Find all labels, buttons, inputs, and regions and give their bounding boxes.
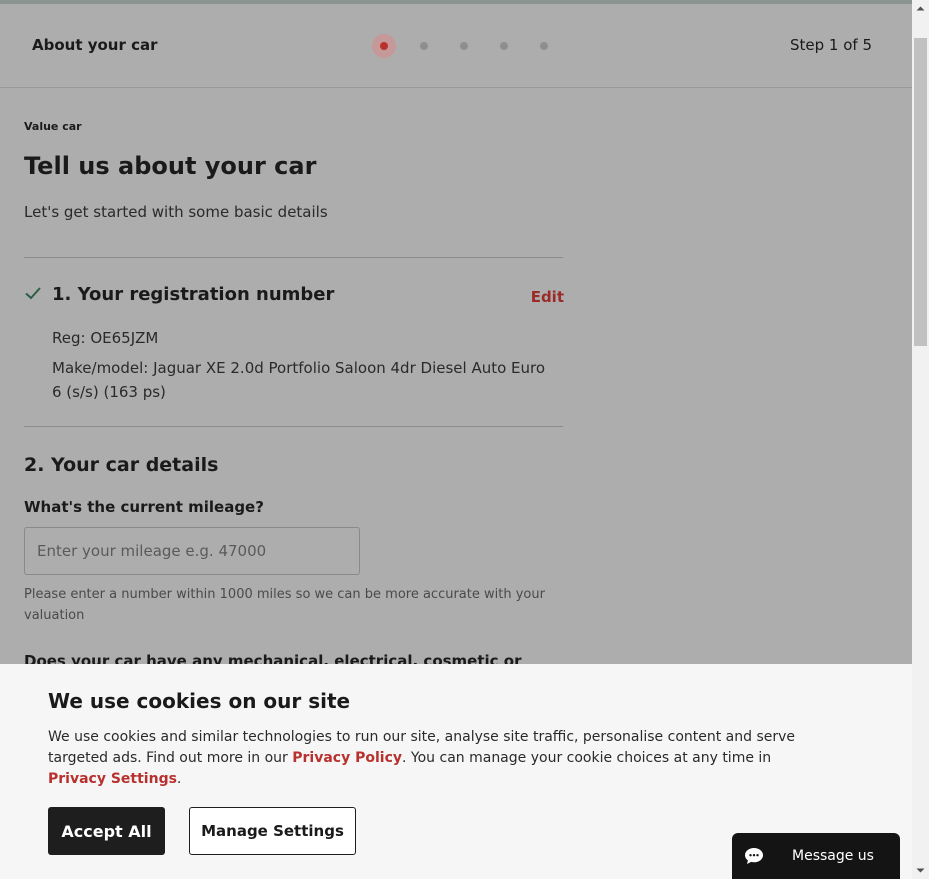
vertical-scrollbar[interactable] (912, 0, 929, 879)
message-us-button[interactable]: Message us (732, 833, 900, 879)
divider (24, 426, 563, 427)
page-title: Tell us about your car (24, 152, 317, 180)
chat-bubble-icon (745, 848, 763, 864)
registration-value: Reg: OE65JZM (52, 329, 159, 347)
edit-registration-link[interactable]: Edit (531, 288, 564, 306)
step-counter: Step 1 of 5 (789, 36, 872, 54)
step-dot-5 (540, 42, 548, 50)
header-title: About your car (32, 36, 158, 54)
divider (24, 257, 563, 258)
scrollbar-thumb[interactable] (914, 38, 927, 346)
privacy-policy-link[interactable]: Privacy Policy (292, 750, 402, 766)
mileage-input[interactable] (24, 527, 360, 575)
step-dot-2 (420, 42, 428, 50)
mileage-label: What's the current mileage? (24, 498, 264, 516)
page-subtitle: Let's get started with some basic detail… (24, 203, 328, 221)
check-icon (25, 287, 41, 300)
cookie-banner-title: We use cookies on our site (48, 689, 351, 713)
step-progress-dots (372, 34, 556, 58)
cookie-text-part: . (176, 771, 182, 787)
step-dot-3 (460, 42, 468, 50)
scroll-up-arrow-icon[interactable] (912, 0, 929, 17)
step-header: About your car Step 1 of 5 (0, 4, 912, 88)
step-dot-1 (380, 42, 388, 50)
cookie-banner-text: We use cookies and similar technologies … (48, 727, 828, 790)
message-us-label: Message us (792, 848, 874, 864)
privacy-settings-link[interactable]: Privacy Settings (48, 771, 177, 787)
scroll-down-arrow-icon[interactable] (912, 862, 929, 879)
car-details-section-title: 2. Your car details (24, 454, 219, 476)
make-model-value: Make/model: Jaguar XE 2.0d Portfolio Sal… (52, 359, 546, 401)
registration-section-title: 1. Your registration number (52, 284, 335, 305)
cookie-text-part: . You can manage your cookie choices at … (402, 750, 772, 766)
manage-settings-button[interactable]: Manage Settings (189, 807, 356, 855)
mileage-hint: Please enter a number within 1000 miles … (24, 587, 545, 623)
page: About your car Step 1 of 5 Value car Tel… (0, 0, 912, 879)
step-dot-4 (500, 42, 508, 50)
eyebrow-label: Value car (24, 120, 82, 133)
accept-all-button[interactable]: Accept All (48, 807, 165, 855)
